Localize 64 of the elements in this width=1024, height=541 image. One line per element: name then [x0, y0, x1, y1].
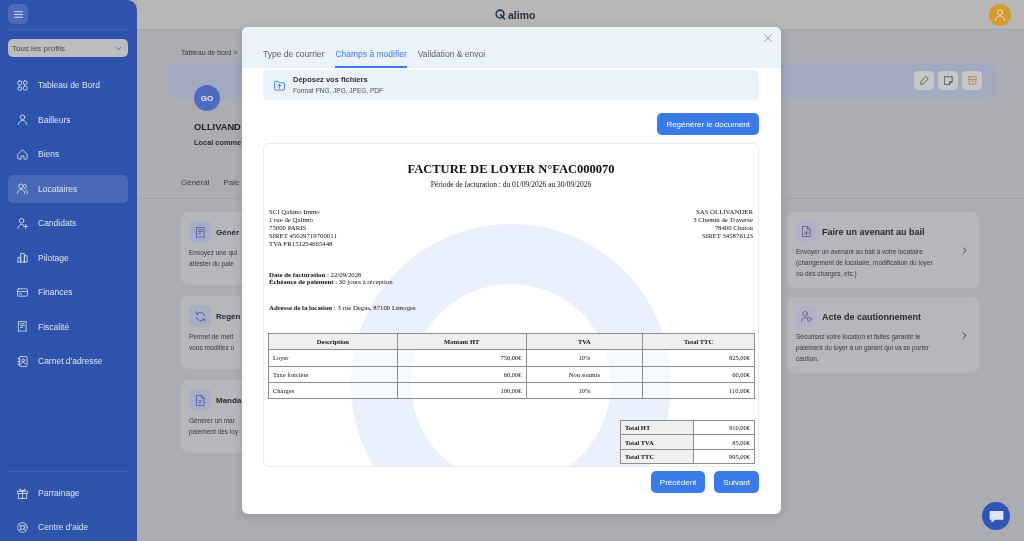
pencil-icon	[919, 76, 929, 85]
tab[interactable]: Validation & envoi	[417, 49, 486, 68]
sidebar-item[interactable]: Candidats	[8, 209, 128, 237]
profile-select[interactable]: Tous les profils	[8, 39, 128, 57]
gift-icon	[17, 487, 28, 499]
contact-book-icon	[17, 355, 28, 367]
initials-avatar: GO	[194, 85, 220, 111]
chat-bubble-icon	[988, 508, 1004, 524]
card-title: Génér	[216, 227, 240, 237]
document-plus-icon	[796, 221, 817, 242]
people-icon	[17, 183, 28, 194]
receipt-icon	[189, 221, 211, 243]
sidebar-item[interactable]: Centre d'aide	[8, 513, 128, 541]
menu-icon	[12, 8, 24, 20]
bar-chart-icon	[17, 252, 28, 263]
menu-button[interactable]	[8, 4, 28, 24]
credit-card-icon	[17, 286, 28, 298]
person-plus-icon	[17, 217, 28, 229]
document-icon	[189, 389, 211, 411]
sidebar-item[interactable]: Fiscalité	[8, 312, 128, 341]
sidebar-item[interactable]: Tableau de Bord	[8, 71, 128, 99]
person-icon	[17, 114, 28, 125]
sidebar-item[interactable]: Carnet d'adresse	[8, 347, 128, 375]
account-button[interactable]	[989, 3, 1011, 26]
note-icon	[943, 76, 953, 85]
tenant-name: OLLIVAND	[194, 121, 242, 133]
grid-icon	[17, 79, 28, 91]
regenerate-button[interactable]: Regénérer le document	[657, 113, 759, 135]
receipt-icon	[17, 321, 28, 332]
card-title: Manda	[216, 395, 242, 405]
close-icon	[764, 34, 772, 42]
previous-button[interactable]: Précédent	[650, 471, 706, 493]
card-title: Regén	[216, 311, 241, 321]
logo-text: alimo	[508, 8, 536, 21]
invoice-title: FACTURE DE LOYER N°FAC000070	[406, 161, 616, 177]
close-button[interactable]	[763, 33, 773, 43]
tab[interactable]: Champs à modifier	[335, 49, 407, 68]
page-tab[interactable]: Paie	[223, 178, 240, 188]
refresh-icon	[189, 305, 211, 327]
tab[interactable]: Type de courrier	[263, 49, 325, 68]
edit-button[interactable]	[914, 71, 934, 90]
house-icon	[17, 148, 28, 160]
sidebar-item[interactable]: Locataires	[8, 174, 128, 203]
sidebar-item[interactable]: Bailleurs	[8, 105, 128, 134]
person-icon	[994, 8, 1006, 21]
page-tab[interactable]: Général	[181, 178, 210, 188]
chevron-down-icon	[115, 44, 122, 52]
card-title: Acte de cautionnement	[822, 311, 922, 322]
chevron-right-icon	[961, 331, 968, 339]
next-button[interactable]: Suivant	[714, 471, 759, 493]
note-button[interactable]	[938, 71, 958, 90]
archive-button[interactable]	[962, 71, 982, 90]
logo-icon	[495, 9, 506, 20]
chevron-right-icon	[961, 246, 968, 254]
sidebar-item[interactable]: Parrainage	[8, 479, 128, 507]
chat-button[interactable]	[982, 502, 1010, 530]
card-title: Faire un avenant au bail	[822, 226, 925, 237]
folder-upload-icon	[274, 79, 285, 91]
archive-icon	[967, 76, 977, 85]
sidebar-item[interactable]: Biens	[8, 140, 128, 168]
lifebuoy-icon	[17, 521, 28, 533]
person-badge-icon	[796, 306, 817, 327]
sidebar-item[interactable]: Finances	[8, 278, 128, 306]
sidebar-item[interactable]: Pilotage	[8, 243, 128, 272]
